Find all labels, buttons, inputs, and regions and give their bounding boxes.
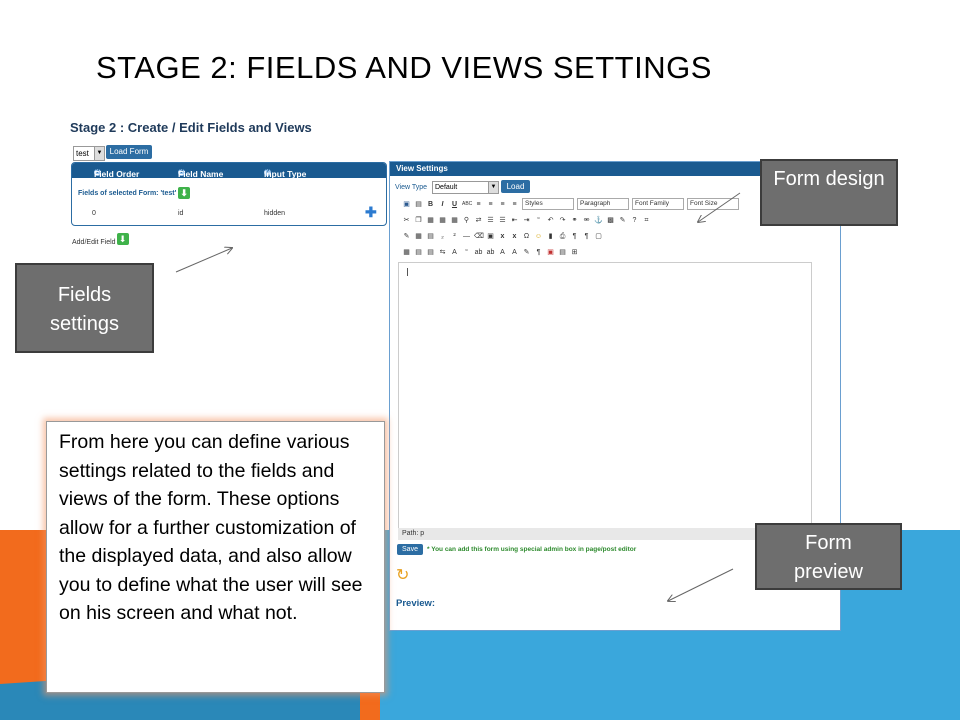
form-design-callout: Form design	[760, 159, 898, 226]
fields-settings-callout: Fields settings	[15, 263, 154, 353]
design-arrow	[698, 192, 741, 222]
form-preview-callout: Form preview	[755, 523, 902, 590]
description-callout: From here you can define various setting…	[46, 421, 385, 693]
preview-arrow	[668, 568, 734, 601]
fields-arrow	[175, 248, 232, 273]
